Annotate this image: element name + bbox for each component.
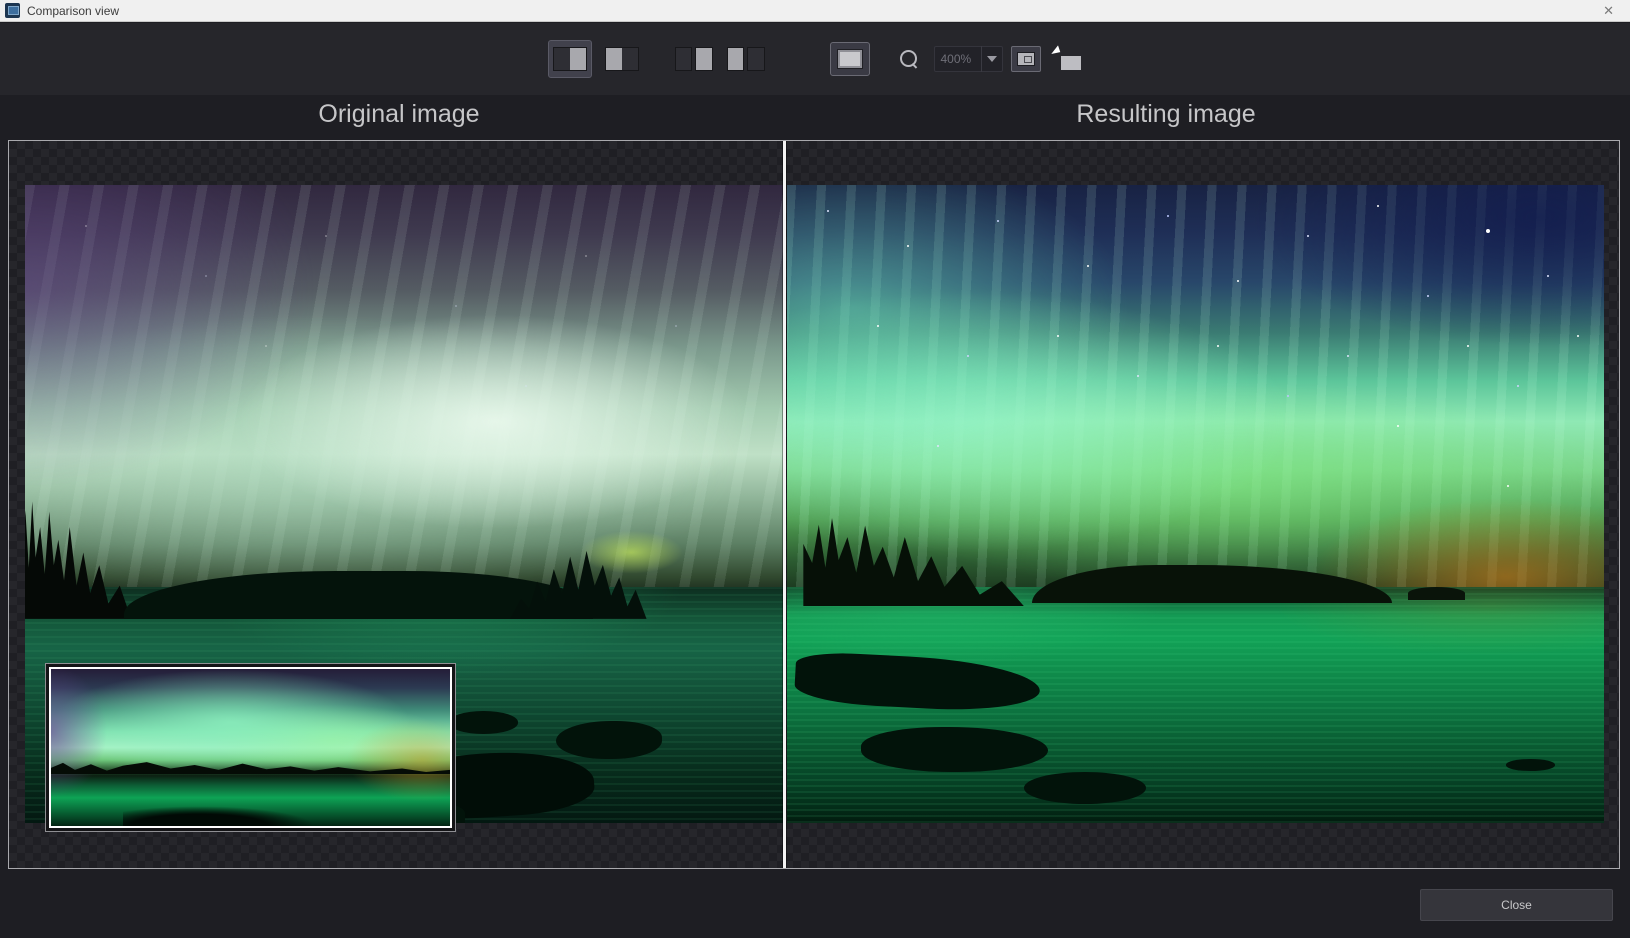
zoom-level-value: 400% <box>935 52 981 66</box>
resulting-photo[interactable] <box>787 185 1604 823</box>
compare-divider-handle[interactable] <box>783 141 786 868</box>
framed-image-icon <box>1017 52 1035 66</box>
magnifier-icon <box>900 50 918 68</box>
rock-silhouette <box>861 727 1049 772</box>
dual-result-left-icon <box>727 47 765 71</box>
rock-silhouette <box>556 721 662 759</box>
islet-silhouette <box>1408 587 1465 600</box>
result-stars-layer <box>787 185 789 187</box>
rock-silhouette <box>1024 772 1147 804</box>
layout-split-result-left-button[interactable] <box>600 40 644 78</box>
original-stars-layer <box>25 185 27 187</box>
layout-dual-result-left-button[interactable] <box>724 40 768 78</box>
split-result-left-icon <box>605 47 639 71</box>
layout-split-original-left-button[interactable] <box>548 40 592 78</box>
comparison-toolbar: 400% <box>0 23 1630 95</box>
result-sky-layer <box>787 185 1604 593</box>
titlebar[interactable]: Comparison view ✕ <box>0 0 1630 22</box>
navigator-preview-image <box>51 669 450 826</box>
dual-original-left-icon <box>675 47 713 71</box>
zoom-tool-button[interactable] <box>892 42 926 76</box>
window-close-icon[interactable]: ✕ <box>1599 0 1618 22</box>
preview-frame-icon <box>837 49 863 69</box>
close-button[interactable]: Close <box>1420 889 1613 921</box>
rock-silhouette <box>1506 759 1555 770</box>
fit-to-window-button[interactable] <box>1049 44 1083 74</box>
comparison-view-window: { "window": { "title": "Comparison view"… <box>0 0 1630 938</box>
navigator-frame <box>49 667 452 828</box>
original-sky-layer <box>25 185 783 593</box>
zoom-dropdown-button[interactable] <box>982 46 1002 72</box>
original-image-header: Original image <box>318 100 479 129</box>
app-icon <box>5 3 20 18</box>
comparison-area <box>8 140 1620 869</box>
resulting-image-header: Resulting image <box>1076 100 1255 129</box>
preview-window-button[interactable] <box>830 42 870 76</box>
zoom-level-select[interactable]: 400% <box>934 46 1003 72</box>
navigator-thumbnail[interactable] <box>45 663 456 832</box>
rock-silhouette <box>449 711 517 733</box>
actual-size-button[interactable] <box>1011 46 1041 72</box>
split-original-left-icon <box>553 47 587 71</box>
layout-dual-original-left-button[interactable] <box>672 40 716 78</box>
fit-image-icon <box>1061 56 1081 70</box>
window-title: Comparison view <box>27 4 119 18</box>
chevron-down-icon <box>987 56 997 62</box>
